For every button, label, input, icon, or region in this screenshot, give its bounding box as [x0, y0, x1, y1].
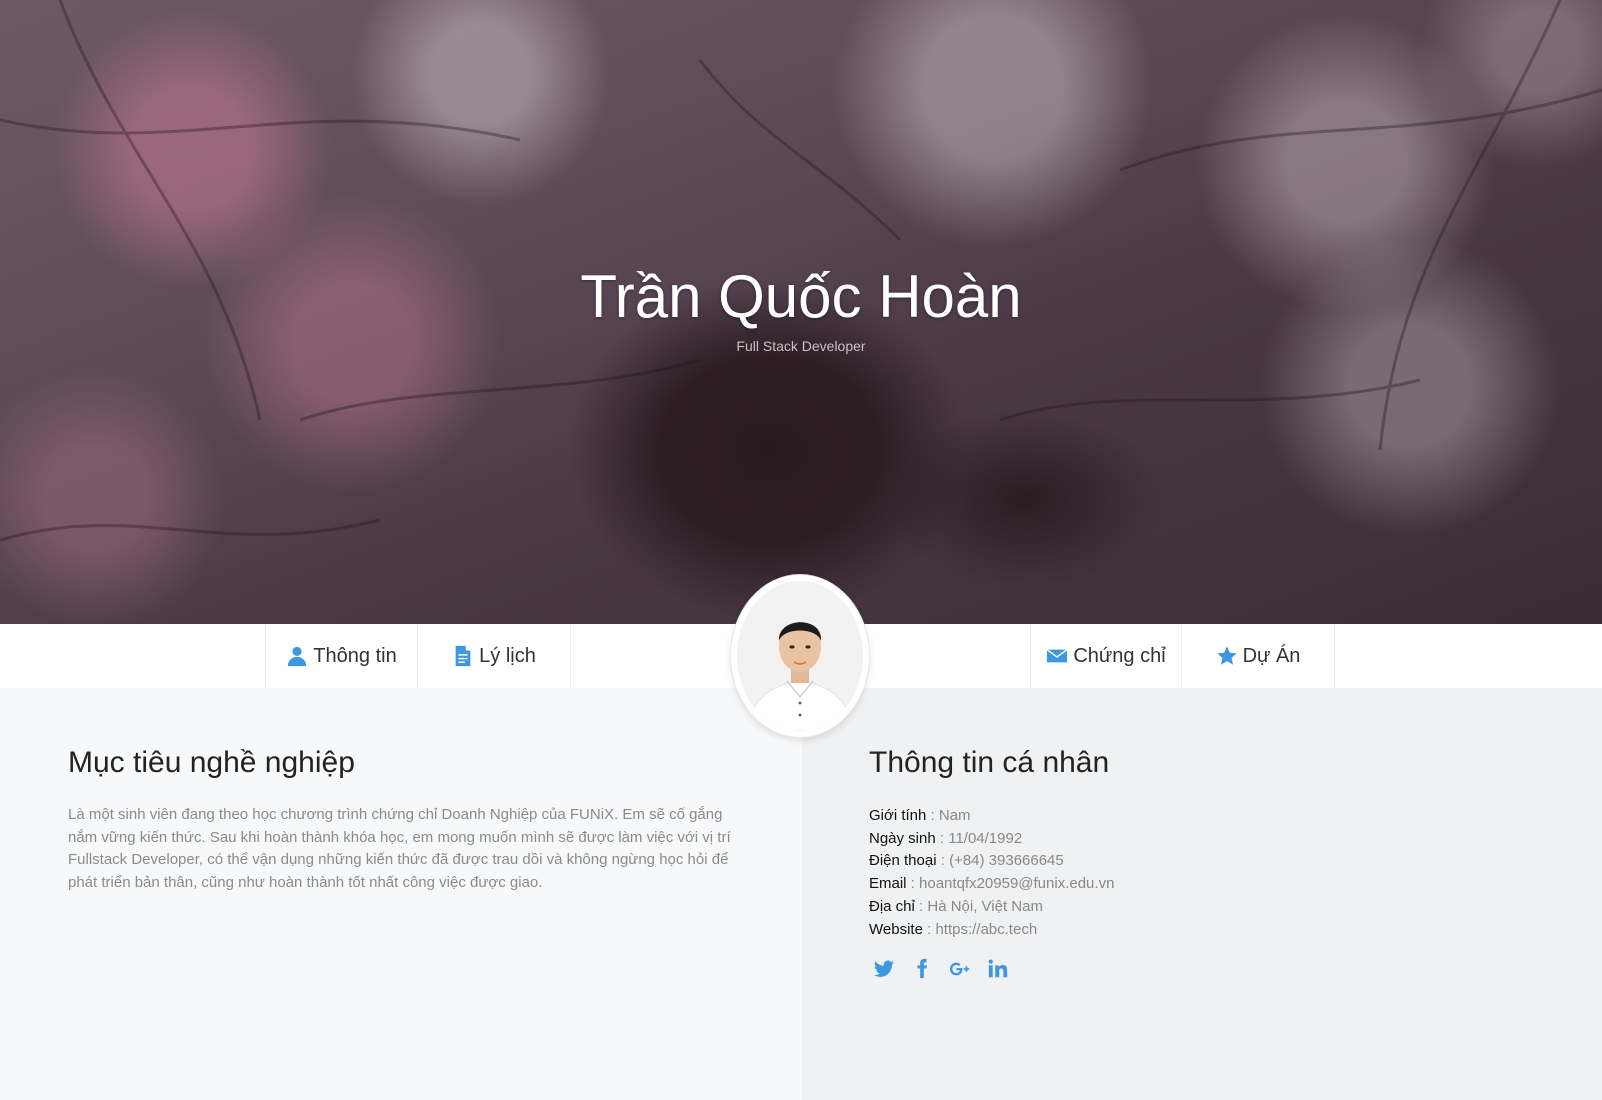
info-label: Điện thoại — [869, 852, 937, 870]
profile-role: Full Stack Developer — [736, 338, 866, 354]
info-row-birthdate: Ngày sinh : 11/04/1992 — [869, 828, 1469, 851]
envelope-icon — [1046, 645, 1068, 667]
profile-photo — [737, 581, 863, 731]
objective-title: Mục tiêu nghề nghiệp — [68, 746, 355, 779]
info-value: (+84) 393666645 — [949, 852, 1064, 870]
info-separator: : — [922, 920, 936, 938]
info-label: Địa chỉ — [869, 897, 915, 915]
nav-item-label: Thông tin — [313, 644, 397, 667]
profile-name: Trần Quốc Hoàn — [580, 263, 1022, 330]
info-value: Hà Nội, Việt Nam — [927, 897, 1043, 915]
info-row-phone: Điện thoại : (+84) 393666645 — [869, 850, 1469, 873]
info-separator: : — [914, 897, 928, 915]
info-separator: : — [936, 852, 950, 870]
star-icon — [1216, 645, 1238, 667]
info-row-email: Email : hoantqfx20959@funix.edu.vn — [869, 873, 1469, 896]
document-icon — [452, 645, 474, 667]
info-value: https://abc.tech — [935, 920, 1038, 938]
hero-banner: Trần Quốc Hoàn Full Stack Developer — [0, 0, 1602, 624]
twitter-icon[interactable] — [872, 957, 896, 981]
info-label: Website — [869, 920, 923, 938]
personal-info-list: Giới tính : Nam Ngày sinh : 11/04/1992 Đ… — [869, 805, 1469, 941]
info-separator: : — [935, 829, 949, 847]
info-row-website: Website : https://abc.tech — [869, 919, 1469, 942]
info-separator: : — [926, 807, 939, 824]
google-plus-icon[interactable] — [948, 957, 972, 981]
nav-item-label: Lý lịch — [479, 644, 536, 667]
info-row-address: Địa chỉ : Hà Nội, Việt Nam — [869, 896, 1469, 919]
nav-item-resume[interactable]: Lý lịch — [418, 624, 571, 688]
info-value: Nam — [938, 807, 971, 824]
info-separator: : — [906, 875, 920, 893]
nav-item-label: Chứng chỉ — [1073, 644, 1166, 667]
linkedin-icon[interactable] — [986, 957, 1010, 981]
nav-item-certificates[interactable]: Chứng chỉ — [1030, 624, 1182, 688]
user-icon — [286, 645, 308, 667]
social-links — [872, 957, 1010, 981]
objective-text: Là một sinh viên đang theo học chương tr… — [68, 806, 731, 892]
info-value: hoantqfx20959@funix.edu.vn — [919, 875, 1115, 893]
nav-item-label: Dự Án — [1242, 644, 1301, 667]
avatar[interactable] — [731, 575, 869, 737]
info-label: Email — [869, 875, 907, 893]
info-label: Ngày sinh — [869, 829, 936, 847]
info-label: Giới tính — [869, 807, 927, 824]
facebook-icon[interactable] — [910, 957, 934, 981]
info-value: 11/04/1992 — [948, 829, 1023, 847]
nav-item-info[interactable]: Thông tin — [265, 624, 418, 688]
info-row-gender: Giới tính : Nam — [869, 805, 1469, 828]
personal-info-title: Thông tin cá nhân — [869, 746, 1110, 779]
nav-item-projects[interactable]: Dự Án — [1182, 624, 1335, 688]
